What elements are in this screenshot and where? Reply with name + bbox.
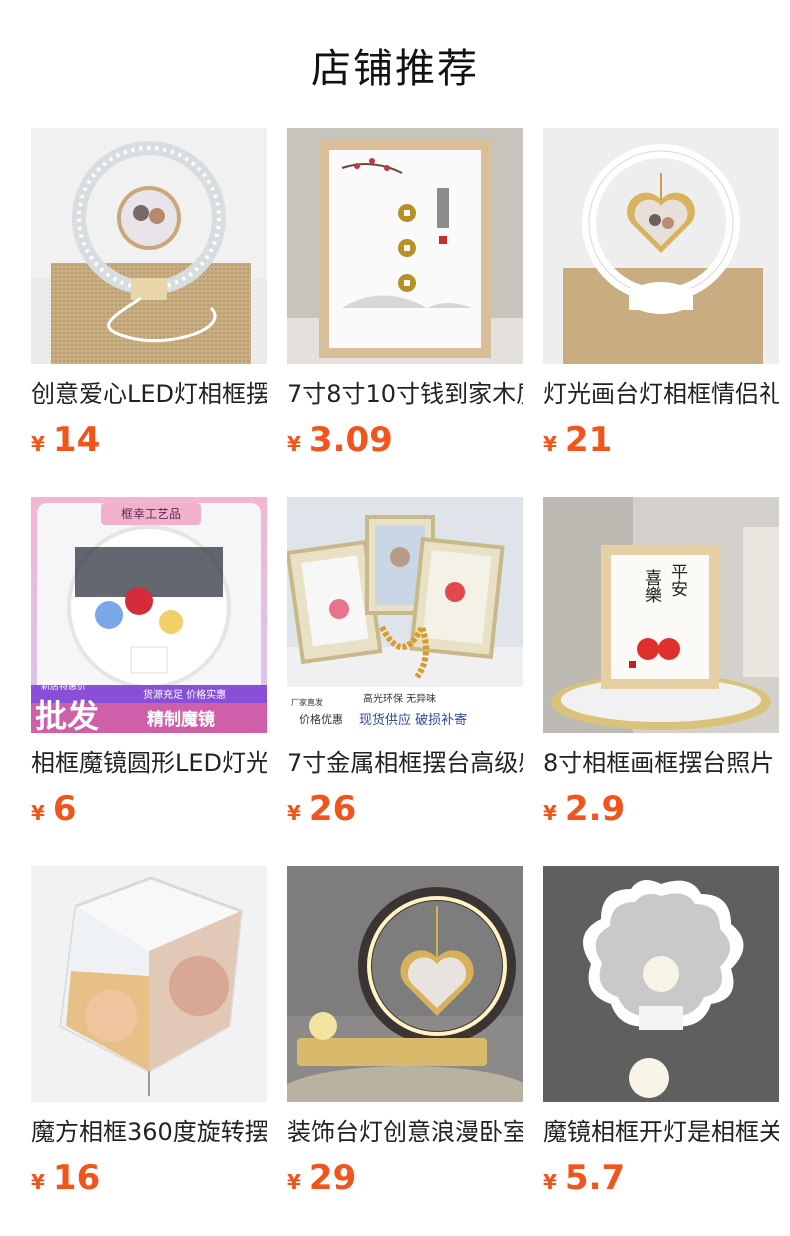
product-price: ¥ 6: [31, 789, 267, 829]
currency-symbol: ¥: [543, 432, 557, 456]
product-name[interactable]: 灯光画台灯相框情侣礼物: [543, 378, 779, 410]
image-big-text: 批发: [35, 697, 100, 733]
image-line1: 高光环保 无异味: [363, 694, 437, 705]
product-name[interactable]: 魔镜相框开灯是相框关灯: [543, 1116, 779, 1148]
product-name[interactable]: 7寸金属相框摆台高级感: [287, 747, 523, 779]
product-card[interactable]: 灯光画台灯相框情侣礼物 ¥ 21: [543, 128, 779, 497]
currency-symbol: ¥: [287, 1170, 301, 1194]
product-card[interactable]: 框幸工艺品 新店特惠价 批发 货源充足 价格实惠 精制魔镜 相框魔镜圆形LED灯…: [31, 497, 267, 866]
image-line1: 货源充足 价格实惠: [143, 690, 227, 701]
image-line2: 精制魔镜: [147, 710, 215, 730]
product-card[interactable]: 厂家直发 价格优惠 高光环保 无异味 现货供应 破损补寄 7寸金属相框摆台高级感…: [287, 497, 523, 866]
price-value: 16: [52, 1158, 101, 1198]
product-price: ¥ 2.9: [543, 789, 779, 829]
currency-symbol: ¥: [31, 1170, 45, 1194]
price-value: 6: [52, 789, 77, 829]
product-card[interactable]: 创意爱心LED灯相框摆台 ¥ 14: [31, 128, 267, 497]
product-card[interactable]: 平安 喜樂 8寸相框画框摆台照片 ¥ 2.9: [543, 497, 779, 866]
image-tag1: 厂家直发: [291, 698, 323, 707]
image-top-badge: 框幸工艺品: [101, 503, 201, 525]
price-value: 2.9: [564, 789, 626, 829]
currency-symbol: ¥: [31, 801, 45, 825]
product-name[interactable]: 7寸8寸10寸钱到家木质相框: [287, 378, 523, 410]
price-value: 14: [52, 420, 101, 460]
product-card[interactable]: 魔镜相框开灯是相框关灯 ¥ 5.7: [543, 866, 779, 1235]
product-card[interactable]: 魔方相框360度旋转摆台 ¥ 16: [31, 866, 267, 1235]
product-image[interactable]: [287, 128, 523, 364]
product-name[interactable]: 相框魔镜圆形LED灯光: [31, 747, 267, 779]
product-price: ¥ 21: [543, 420, 779, 460]
product-name[interactable]: 魔方相框360度旋转摆台: [31, 1116, 267, 1148]
currency-symbol: ¥: [31, 432, 45, 456]
product-price: ¥ 14: [31, 420, 267, 460]
product-image[interactable]: [543, 866, 779, 1102]
product-card[interactable]: 装饰台灯创意浪漫卧室 ¥ 29: [287, 866, 523, 1235]
image-line2: 现货供应 破损补寄: [359, 713, 468, 728]
image-tag2: 价格优惠: [299, 713, 343, 726]
currency-symbol: ¥: [287, 801, 301, 825]
product-image[interactable]: 平安 喜樂: [543, 497, 779, 733]
product-grid: 创意爱心LED灯相框摆台 ¥ 14 7寸8寸10寸钱到家木质相框: [31, 128, 781, 1235]
product-image[interactable]: 厂家直发 价格优惠 高光环保 无异味 现货供应 破损补寄: [287, 497, 523, 733]
product-image[interactable]: [31, 128, 267, 364]
product-price: ¥ 5.7: [543, 1158, 779, 1198]
section-title: 店铺推荐: [311, 46, 479, 92]
product-price: ¥ 29: [287, 1158, 523, 1198]
price-value: 21: [564, 420, 613, 460]
product-price: ¥ 3.09: [287, 420, 523, 460]
product-image[interactable]: 框幸工艺品 新店特惠价 批发 货源充足 价格实惠 精制魔镜: [31, 497, 267, 733]
price-value: 26: [308, 789, 357, 829]
image-art-text-2: 喜樂: [641, 569, 661, 603]
product-image[interactable]: [31, 866, 267, 1102]
product-name[interactable]: 装饰台灯创意浪漫卧室: [287, 1116, 523, 1148]
price-value: 5.7: [564, 1158, 626, 1198]
price-value: 3.09: [308, 420, 393, 460]
product-price: ¥ 26: [287, 789, 523, 829]
product-card[interactable]: 7寸8寸10寸钱到家木质相框 ¥ 3.09: [287, 128, 523, 497]
image-art-text-1: 平安: [667, 563, 687, 597]
price-value: 29: [308, 1158, 357, 1198]
product-name[interactable]: 创意爱心LED灯相框摆台: [31, 378, 267, 410]
product-name[interactable]: 8寸相框画框摆台照片: [543, 747, 779, 779]
currency-symbol: ¥: [543, 801, 557, 825]
product-image[interactable]: [543, 128, 779, 364]
currency-symbol: ¥: [543, 1170, 557, 1194]
currency-symbol: ¥: [287, 432, 301, 456]
product-price: ¥ 16: [31, 1158, 267, 1198]
product-image[interactable]: [287, 866, 523, 1102]
